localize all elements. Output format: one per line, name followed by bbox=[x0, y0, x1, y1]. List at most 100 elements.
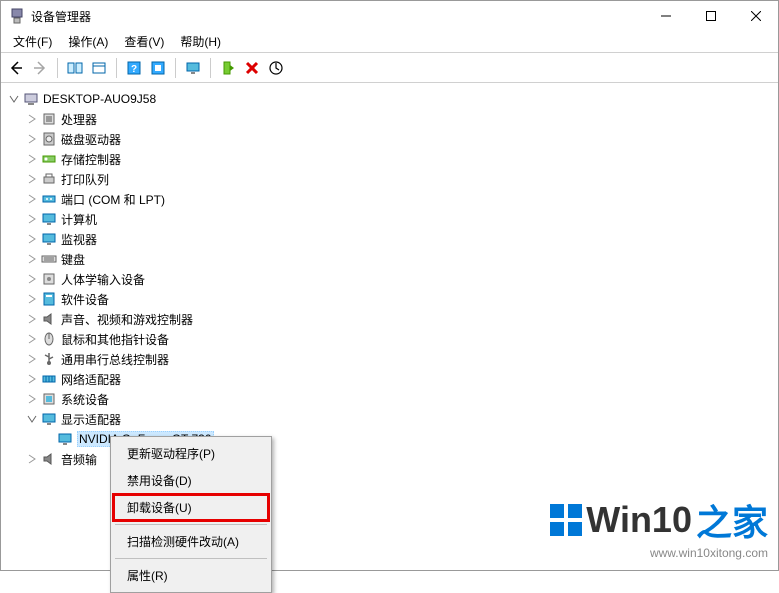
back-button[interactable] bbox=[5, 57, 27, 79]
tb-sep bbox=[116, 58, 117, 78]
tb-action[interactable] bbox=[147, 57, 169, 79]
brand-url: www.win10xitong.com bbox=[550, 546, 768, 560]
expand-icon[interactable] bbox=[25, 132, 39, 146]
tree-node[interactable]: 监视器 bbox=[1, 229, 778, 249]
expand-icon[interactable] bbox=[25, 272, 39, 286]
hid-icon bbox=[41, 271, 57, 287]
cm-properties[interactable]: 属性(R) bbox=[113, 562, 269, 589]
tree-node[interactable]: 通用串行总线控制器 bbox=[1, 349, 778, 369]
expand-icon[interactable] bbox=[25, 332, 39, 346]
expand-icon[interactable] bbox=[25, 172, 39, 186]
watermark: Win10之家 www.win10xitong.com bbox=[550, 494, 768, 560]
root-label: DESKTOP-AUO9J58 bbox=[43, 92, 156, 106]
monitor-icon bbox=[41, 231, 57, 247]
expand-icon[interactable] bbox=[25, 312, 39, 326]
soft-icon bbox=[41, 291, 57, 307]
window-controls bbox=[643, 1, 778, 31]
collapse-icon[interactable] bbox=[7, 92, 21, 106]
expand-icon[interactable] bbox=[25, 452, 39, 466]
expand-icon[interactable] bbox=[25, 212, 39, 226]
expand-icon[interactable] bbox=[25, 112, 39, 126]
brand-logo: Win10之家 bbox=[550, 494, 768, 546]
cm-sep bbox=[115, 524, 267, 525]
menu-help[interactable]: 帮助(H) bbox=[172, 31, 229, 52]
tree-label: 打印队列 bbox=[61, 171, 109, 188]
tree-node[interactable]: 网络适配器 bbox=[1, 369, 778, 389]
tb-sep bbox=[57, 58, 58, 78]
tree-node[interactable]: 鼠标和其他指针设备 bbox=[1, 329, 778, 349]
sound-icon bbox=[41, 311, 57, 327]
maximize-button[interactable] bbox=[688, 1, 733, 31]
tree-node[interactable]: 人体学输入设备 bbox=[1, 269, 778, 289]
tree-label: 端口 (COM 和 LPT) bbox=[61, 191, 165, 208]
tb-uninstall[interactable] bbox=[241, 57, 263, 79]
audio-label: 音频输 bbox=[61, 451, 97, 468]
expand-icon[interactable] bbox=[25, 352, 39, 366]
tree-label: 软件设备 bbox=[61, 291, 109, 308]
expand-icon[interactable] bbox=[25, 292, 39, 306]
tb-show-hide[interactable] bbox=[64, 57, 86, 79]
forward-button[interactable] bbox=[29, 57, 51, 79]
menu-file[interactable]: 文件(F) bbox=[5, 31, 60, 52]
mouse-icon bbox=[41, 331, 57, 347]
tree-node[interactable]: 声音、视频和游戏控制器 bbox=[1, 309, 778, 329]
tree-node-display-adapters[interactable]: 显示适配器 bbox=[1, 409, 778, 429]
tree-node[interactable]: 端口 (COM 和 LPT) bbox=[1, 189, 778, 209]
tb-help[interactable]: ? bbox=[123, 57, 145, 79]
gpu-icon bbox=[57, 431, 73, 447]
expand-icon[interactable] bbox=[25, 192, 39, 206]
menu-action[interactable]: 操作(A) bbox=[60, 31, 116, 52]
tree-node[interactable]: 存储控制器 bbox=[1, 149, 778, 169]
app-icon bbox=[9, 8, 25, 24]
speaker-icon bbox=[41, 451, 57, 467]
expand-icon[interactable] bbox=[25, 372, 39, 386]
menu-view[interactable]: 查看(V) bbox=[116, 31, 172, 52]
tree-label: 人体学输入设备 bbox=[61, 271, 145, 288]
brand-suffix: 之家 bbox=[696, 494, 768, 546]
context-menu: 更新驱动程序(P) 禁用设备(D) 卸载设备(U) 扫描检测硬件改动(A) 属性… bbox=[110, 436, 272, 593]
computer-icon bbox=[23, 91, 39, 107]
tb-monitor[interactable] bbox=[182, 57, 204, 79]
tree-node[interactable]: 软件设备 bbox=[1, 289, 778, 309]
cm-scan[interactable]: 扫描检测硬件改动(A) bbox=[113, 528, 269, 555]
tree-node[interactable]: 打印队列 bbox=[1, 169, 778, 189]
tree-node[interactable]: 键盘 bbox=[1, 249, 778, 269]
sys-icon bbox=[41, 391, 57, 407]
tree-label: 监视器 bbox=[61, 231, 97, 248]
close-button[interactable] bbox=[733, 1, 778, 31]
toolbar: ? bbox=[1, 53, 778, 83]
cm-sep bbox=[115, 558, 267, 559]
expand-icon[interactable] bbox=[25, 152, 39, 166]
cm-disable[interactable]: 禁用设备(D) bbox=[113, 467, 269, 494]
tree-label: 存储控制器 bbox=[61, 151, 121, 168]
collapse-icon[interactable] bbox=[25, 412, 39, 426]
tb-properties[interactable] bbox=[88, 57, 110, 79]
expand-icon[interactable] bbox=[25, 252, 39, 266]
tb-sep bbox=[210, 58, 211, 78]
net-icon bbox=[41, 371, 57, 387]
expand-icon[interactable] bbox=[25, 232, 39, 246]
tree-label: 键盘 bbox=[61, 251, 85, 268]
tree-root[interactable]: DESKTOP-AUO9J58 bbox=[1, 89, 778, 109]
window-title: 设备管理器 bbox=[31, 8, 643, 25]
windows-logo-icon bbox=[550, 504, 582, 536]
tree-label: 计算机 bbox=[61, 211, 97, 228]
tree-node[interactable]: 处理器 bbox=[1, 109, 778, 129]
menubar: 文件(F) 操作(A) 查看(V) 帮助(H) bbox=[1, 31, 778, 53]
tree-label: 处理器 bbox=[61, 111, 97, 128]
tree-label: 磁盘驱动器 bbox=[61, 131, 121, 148]
tb-enable[interactable] bbox=[217, 57, 239, 79]
tree-node[interactable]: 磁盘驱动器 bbox=[1, 129, 778, 149]
minimize-button[interactable] bbox=[643, 1, 688, 31]
storage-icon bbox=[41, 151, 57, 167]
brand-prefix: Win10 bbox=[586, 499, 692, 541]
tb-scan[interactable] bbox=[265, 57, 287, 79]
tree-label: 声音、视频和游戏控制器 bbox=[61, 311, 193, 328]
expand-icon[interactable] bbox=[25, 392, 39, 406]
tree-node[interactable]: 计算机 bbox=[1, 209, 778, 229]
tree-node[interactable]: 系统设备 bbox=[1, 389, 778, 409]
cpu-icon bbox=[41, 111, 57, 127]
cm-update-driver[interactable]: 更新驱动程序(P) bbox=[113, 440, 269, 467]
titlebar: 设备管理器 bbox=[1, 1, 778, 31]
cm-uninstall[interactable]: 卸载设备(U) bbox=[113, 494, 269, 521]
